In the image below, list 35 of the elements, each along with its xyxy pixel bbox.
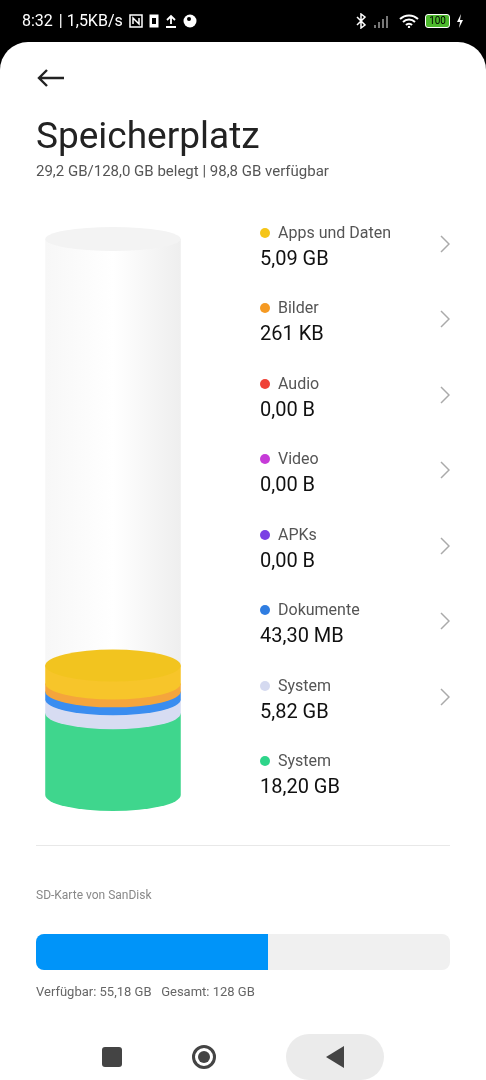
category-size: 0,00 B — [260, 395, 317, 423]
storage-summary: 29,2 GB/128,0 GB belegt | 98,8 GB verfügbar — [36, 161, 330, 182]
sim-icon — [148, 14, 159, 28]
home-button[interactable] — [192, 1045, 216, 1069]
app-icon — [182, 14, 197, 28]
status-time: 8:32 — [22, 10, 53, 32]
category-label: Apps und Daten — [278, 222, 392, 243]
category-label: Dokumente — [278, 600, 360, 620]
category-label: System — [278, 751, 332, 771]
category-label: APKs — [278, 524, 317, 545]
wifi-icon — [399, 14, 420, 28]
category-label: Bilder — [278, 298, 319, 318]
category-size: 5,09 GB — [260, 244, 330, 272]
page-title: Speicherplatz — [36, 114, 261, 158]
recents-button[interactable] — [102, 1047, 122, 1067]
category-size: 43,30 MB — [260, 622, 345, 649]
nfc-icon — [128, 14, 143, 28]
category-size: 0,00 B — [260, 546, 317, 574]
sd-card-info: Verfügbar: 55,18 GB Gesamt: 128 GB — [36, 982, 256, 1001]
category-size: 18,20 GB — [260, 773, 340, 800]
back-arrow-icon[interactable] — [36, 68, 66, 88]
back-triangle-icon — [326, 1046, 344, 1068]
charging-icon — [456, 14, 464, 28]
bluetooth-icon — [355, 13, 368, 29]
back-button[interactable] — [286, 1034, 384, 1080]
category-label: Video — [278, 449, 319, 469]
category-label: System — [278, 675, 332, 696]
sd-card-title: SD-Karte von SanDisk — [36, 886, 153, 904]
category-size: 0,00 B — [260, 471, 317, 498]
upload-icon — [164, 14, 177, 28]
category-size: 5,82 GB — [260, 697, 330, 725]
battery-indicator: 100 — [425, 14, 450, 28]
category-label: Audio — [278, 373, 320, 394]
category-size: 261 KB — [260, 320, 324, 347]
network-speed: | 1,5KB/s — [58, 10, 123, 32]
